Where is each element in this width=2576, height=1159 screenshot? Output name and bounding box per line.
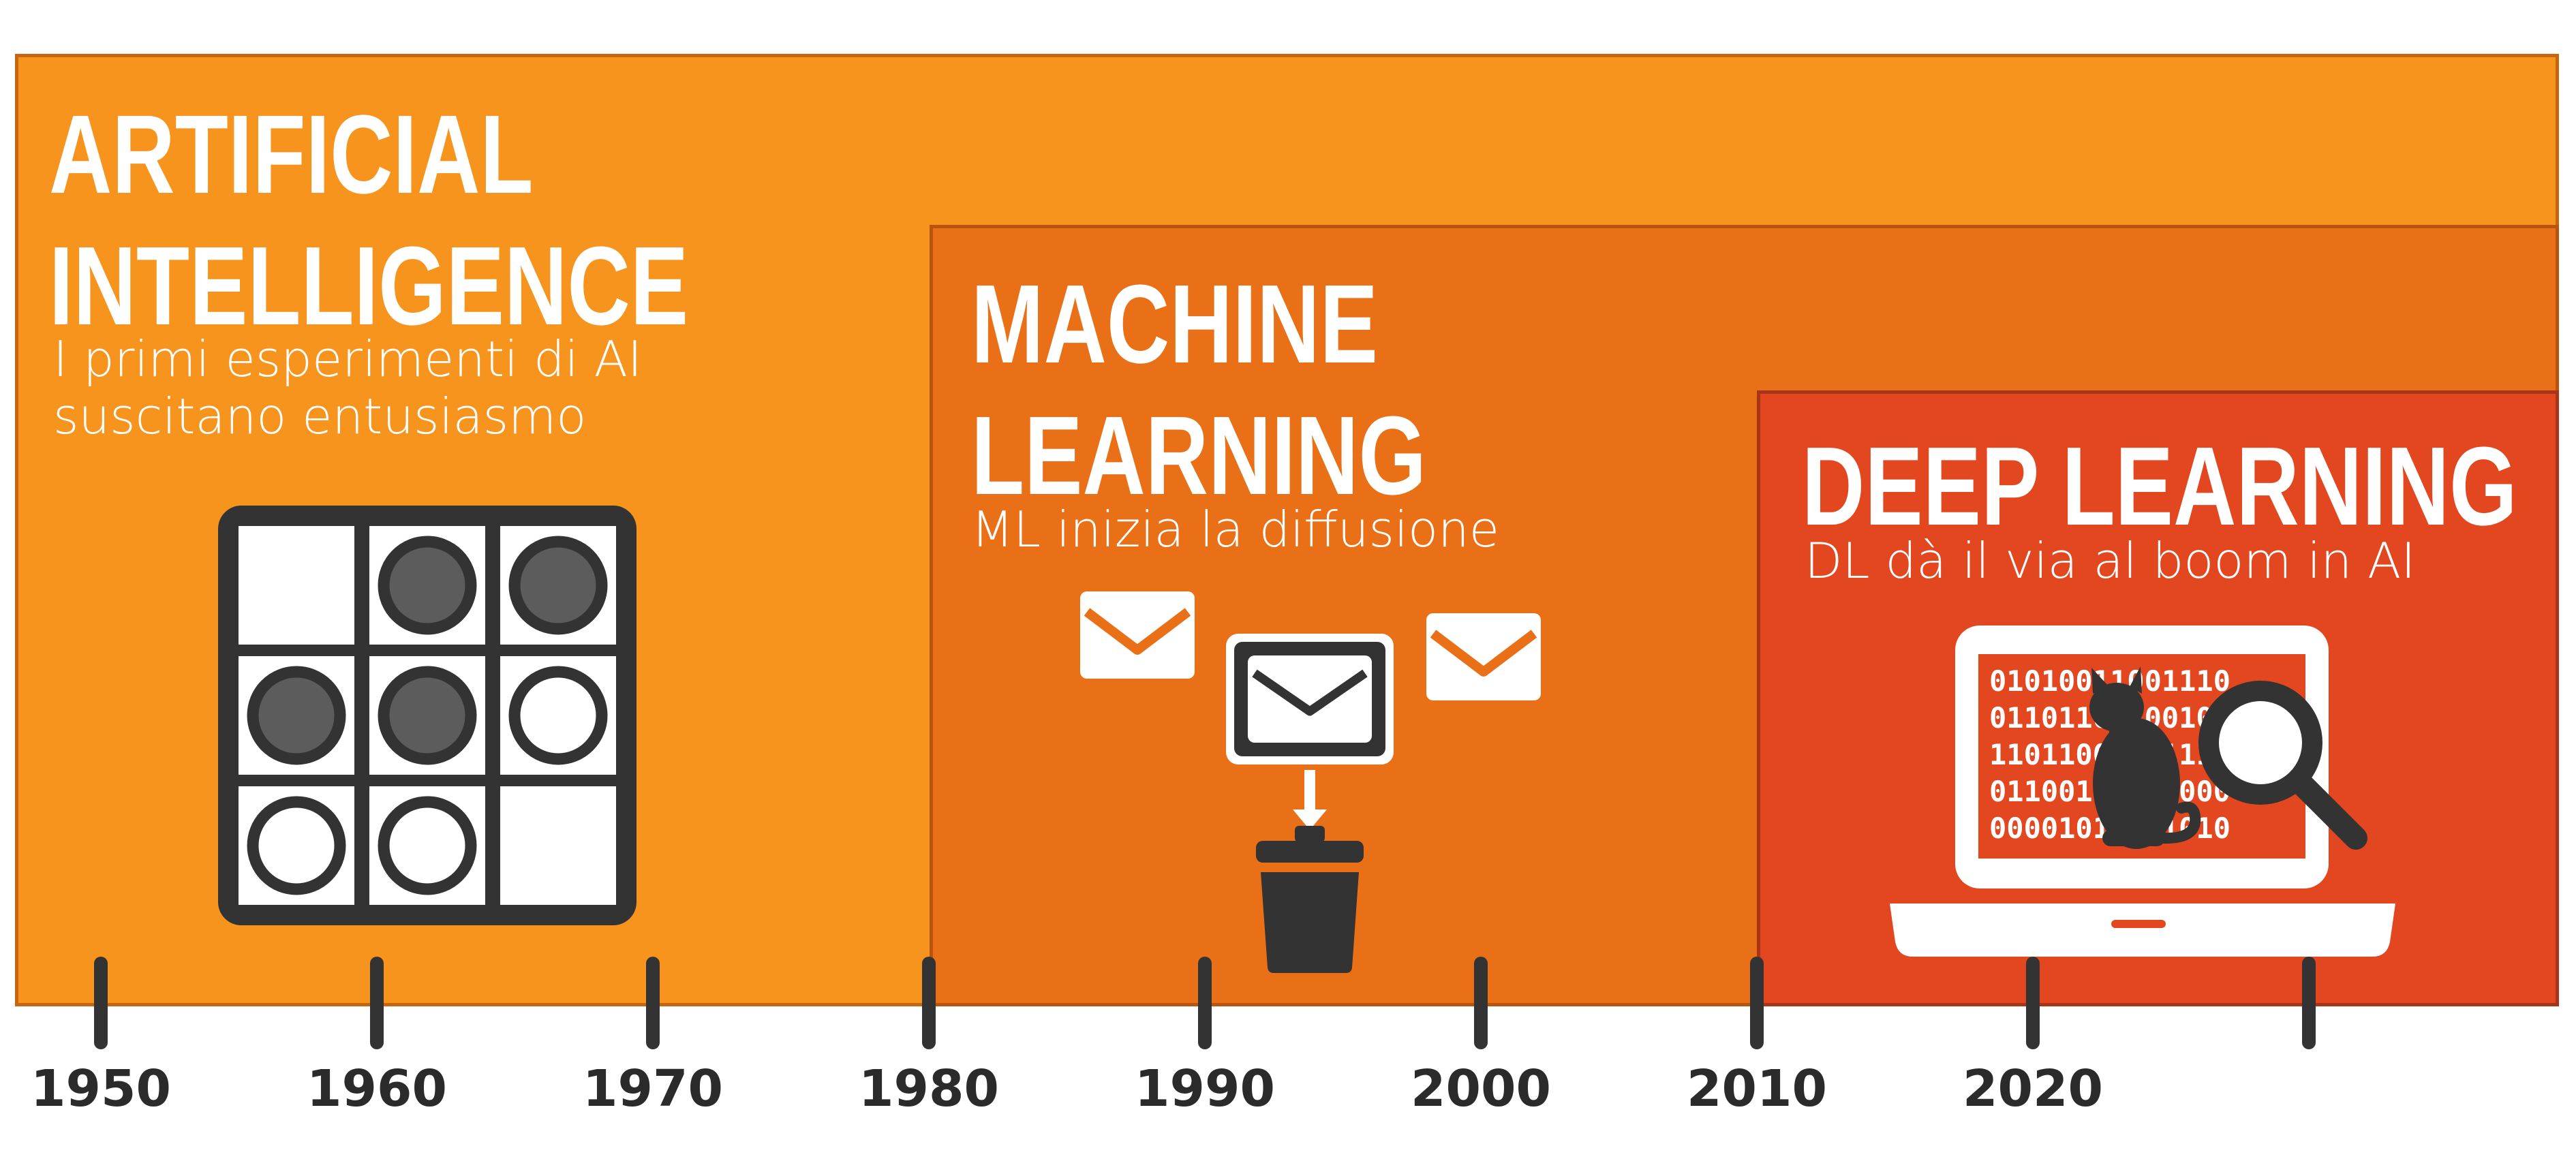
year-label-1950: 1950 bbox=[31, 1060, 171, 1118]
envelope-left-icon bbox=[1080, 591, 1195, 679]
dl-subtitle: DL dà il via al boom in AI bbox=[1805, 532, 2416, 589]
year-label-1980: 1980 bbox=[859, 1060, 999, 1118]
ml-title-line1: MACHINE bbox=[971, 262, 1378, 386]
dl-title: DEEP LEARNING bbox=[1802, 424, 2517, 548]
ai-title-line2: INTELLIGENCE bbox=[49, 223, 689, 348]
ml-subtitle: ML inizia la diffusione bbox=[971, 501, 1500, 558]
down-arrow-icon bbox=[1293, 770, 1327, 830]
checkers-board-icon bbox=[218, 506, 637, 925]
year-label-2010: 2010 bbox=[1687, 1060, 1827, 1118]
timeline bbox=[94, 957, 2316, 1049]
laptop-cat-recognition-icon: 01010011001110 01101100100100 1101100010… bbox=[1890, 625, 2395, 957]
email-spam-filter-icon bbox=[1080, 591, 1541, 973]
ai-subtitle-line1: I primi esperimenti di AI bbox=[53, 330, 643, 388]
ml-title-line2: LEARNING bbox=[971, 393, 1427, 518]
envelope-center-icon bbox=[1226, 634, 1394, 764]
ai-subtitle: I primi esperimenti di AI suscitano entu… bbox=[53, 330, 643, 445]
envelope-right-icon bbox=[1426, 613, 1541, 700]
ai-title-line1: ARTIFICIAL bbox=[49, 92, 534, 217]
year-label-1990: 1990 bbox=[1135, 1060, 1275, 1118]
year-label-2020: 2020 bbox=[1963, 1060, 2103, 1118]
ai-subtitle-line2: suscitano entusiasmo bbox=[53, 387, 587, 445]
year-label-1960: 1960 bbox=[307, 1060, 447, 1118]
year-label-2000: 2000 bbox=[1411, 1060, 1551, 1118]
year-label-1970: 1970 bbox=[583, 1060, 723, 1118]
